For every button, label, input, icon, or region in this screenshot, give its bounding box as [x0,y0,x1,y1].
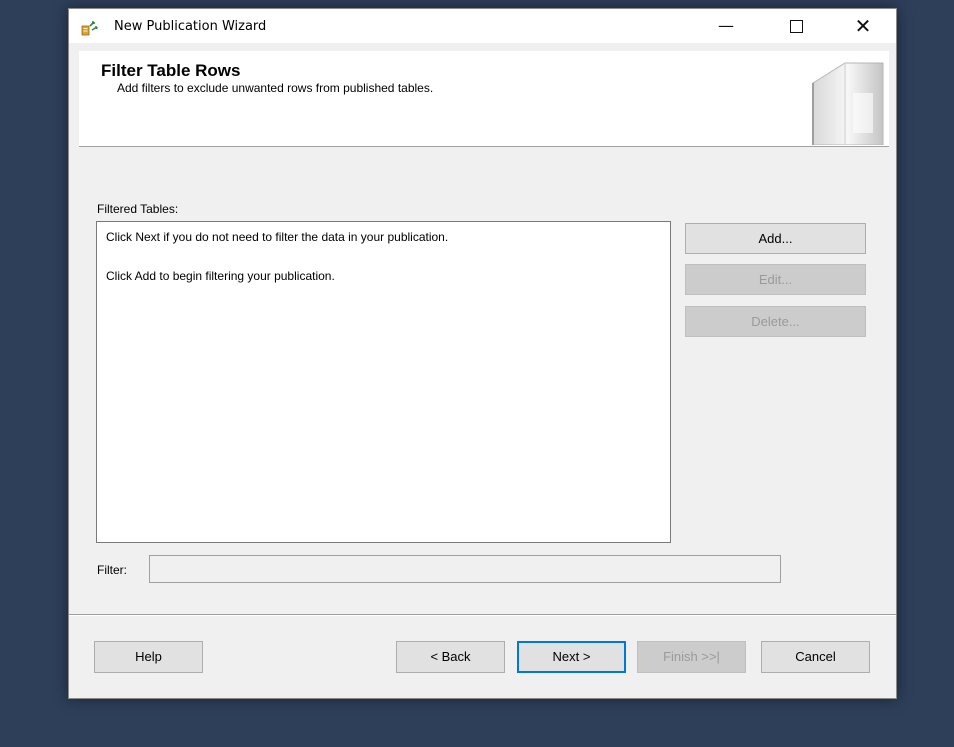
close-button[interactable]: ✕ [840,9,886,43]
maximize-button[interactable] [773,9,819,43]
add-button[interactable]: Add... [685,223,866,254]
close-icon: ✕ [854,14,872,38]
book-graphic-icon [812,62,884,145]
wizard-header: Filter Table Rows Add filters to exclude… [79,51,889,147]
finish-button[interactable]: Finish >>| [637,641,746,673]
title-bar[interactable]: New Publication Wizard — ✕ [69,9,896,43]
page-subtitle: Add filters to exclude unwanted rows fro… [117,81,434,95]
minimize-button[interactable]: — [703,9,749,43]
help-button[interactable]: Help [94,641,203,673]
delete-button[interactable]: Delete... [685,306,866,337]
page-title: Filter Table Rows [101,61,241,80]
filtered-tables-list[interactable]: Click Next if you do not need to filter … [96,221,671,543]
maximize-icon [789,20,803,33]
edit-button[interactable]: Edit... [685,264,866,295]
list-item: Click Next if you do not need to filter … [106,230,449,244]
list-item: Click Add to begin filtering your public… [106,269,335,283]
back-button[interactable]: < Back [396,641,505,673]
cancel-button[interactable]: Cancel [761,641,870,673]
publication-wizard-icon [81,21,98,36]
next-button[interactable]: Next > [517,641,626,673]
minimize-icon: — [718,16,734,35]
filter-label: Filter: [97,563,127,577]
filter-field[interactable] [149,555,781,583]
wizard-window: New Publication Wizard — ✕ Filter Table … [68,8,897,699]
footer-separator-highlight [69,615,896,616]
window-title: New Publication Wizard [114,19,267,34]
filtered-tables-label: Filtered Tables: [97,202,179,216]
